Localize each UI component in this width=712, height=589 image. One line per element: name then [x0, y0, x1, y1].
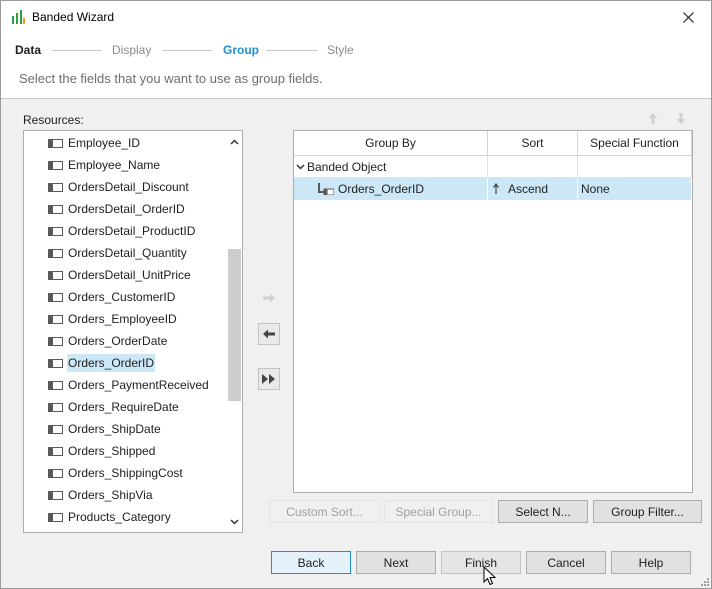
special-function-cell[interactable]	[578, 156, 692, 178]
arrow-right-icon	[263, 293, 275, 303]
table-row[interactable]: Banded Object	[294, 156, 692, 178]
list-item[interactable]: Products_Category	[48, 507, 172, 527]
list-item[interactable]: OrdersDetail_UnitPrice	[48, 265, 192, 285]
group-by-text: Banded Object	[307, 159, 387, 174]
field-icon	[48, 314, 63, 324]
custom-sort-button[interactable]: Custom Sort...	[269, 500, 380, 523]
chevron-up-icon	[230, 138, 239, 145]
list-item-selected[interactable]: Orders_OrderID	[48, 353, 156, 373]
list-item[interactable]: Orders_ShipDate	[48, 419, 162, 439]
help-button[interactable]: Help	[611, 551, 691, 574]
field-icon	[48, 490, 63, 500]
arrow-up-icon	[648, 112, 658, 124]
list-item[interactable]: Orders_CustomerID	[48, 287, 176, 307]
mouse-cursor-icon	[483, 566, 497, 586]
close-button[interactable]	[665, 1, 711, 33]
group-by-table[interactable]: Group By Sort Special Function Banded Ob…	[293, 130, 693, 493]
scrollbar-thumb[interactable]	[228, 249, 241, 401]
step-divider	[266, 50, 318, 51]
field-icon	[48, 358, 63, 368]
list-item[interactable]: Orders_OrderDate	[48, 331, 168, 351]
field-icon	[48, 336, 63, 346]
special-function-cell[interactable]: None	[578, 178, 692, 200]
instruction-text: Select the fields that you want to use a…	[19, 71, 323, 86]
wizard-window: Banded Wizard Data Display Group Style S…	[0, 0, 712, 589]
sort-cell[interactable]	[488, 156, 578, 178]
remove-field-button[interactable]	[258, 323, 280, 345]
select-n-button[interactable]: Select N...	[498, 500, 588, 523]
finish-button[interactable]: Finish	[441, 551, 521, 574]
group-filter-button[interactable]: Group Filter...	[593, 500, 702, 523]
list-item[interactable]: OrdersDetail_Discount	[48, 177, 190, 197]
chevron-down-icon	[296, 163, 305, 170]
field-icon	[48, 512, 63, 522]
field-icon	[48, 248, 63, 258]
resources-label: Resources:	[23, 113, 84, 127]
column-header-special-function[interactable]: Special Function	[578, 131, 692, 156]
step-divider	[52, 50, 102, 51]
list-item[interactable]: Orders_ShippingCost	[48, 463, 184, 483]
list-item[interactable]: Orders_EmployeeID	[48, 309, 178, 329]
field-icon	[48, 468, 63, 478]
group-field-icon	[318, 182, 334, 195]
field-icon	[48, 160, 63, 170]
field-icon	[48, 402, 63, 412]
arrow-left-icon	[263, 329, 275, 339]
step-data[interactable]: Data	[15, 43, 41, 57]
close-icon	[682, 11, 694, 23]
list-item[interactable]: Orders_Shipped	[48, 441, 156, 461]
chevron-down-icon	[230, 518, 239, 525]
list-item[interactable]: Employee_Name	[48, 155, 161, 175]
column-header-group-by[interactable]: Group By	[294, 131, 488, 156]
list-item[interactable]: Orders_ShipVia	[48, 485, 154, 505]
app-logo-icon	[12, 10, 25, 24]
list-item[interactable]: OrdersDetail_ProductID	[48, 221, 196, 241]
add-field-button[interactable]	[258, 287, 280, 309]
column-header-sort[interactable]: Sort	[488, 131, 578, 156]
move-down-button[interactable]	[672, 109, 690, 127]
vertical-scrollbar[interactable]	[226, 131, 242, 532]
resources-list[interactable]: Employee_ID Employee_Name OrdersDetail_D…	[23, 130, 243, 533]
cancel-button[interactable]: Cancel	[526, 551, 606, 574]
sort-cell[interactable]: Ascend	[488, 178, 578, 200]
field-icon	[48, 446, 63, 456]
title-bar: Banded Wizard	[1, 1, 711, 33]
next-button[interactable]: Next	[356, 551, 436, 574]
sort-ascend-icon	[493, 182, 499, 194]
window-title: Banded Wizard	[32, 10, 115, 24]
group-by-cell: Orders_OrderID	[294, 178, 488, 200]
field-icon	[48, 380, 63, 390]
field-icon	[48, 270, 63, 280]
resize-grip-icon[interactable]	[699, 576, 709, 586]
special-group-button[interactable]: Special Group...	[384, 500, 493, 523]
scroll-up-button[interactable]	[226, 133, 242, 150]
list-item[interactable]: OrdersDetail_Quantity	[48, 243, 188, 263]
group-by-cell: Banded Object	[294, 156, 488, 178]
remove-all-button[interactable]	[258, 368, 280, 390]
move-up-button[interactable]	[644, 109, 662, 127]
list-item[interactable]: Orders_RequireDate	[48, 397, 180, 417]
double-arrow-right-icon	[262, 374, 275, 384]
step-style[interactable]: Style	[327, 43, 354, 57]
list-item[interactable]: Orders_PaymentReceived	[48, 375, 210, 395]
arrow-down-icon	[676, 112, 686, 124]
list-item[interactable]: OrdersDetail_OrderID	[48, 199, 186, 219]
wizard-header: Data Display Group Style Select the fiel…	[1, 33, 711, 99]
step-display[interactable]: Display	[112, 43, 151, 57]
field-icon	[48, 424, 63, 434]
field-icon	[48, 138, 63, 148]
group-by-text: Orders_OrderID	[338, 181, 425, 196]
step-group[interactable]: Group	[223, 43, 259, 57]
table-row-selected[interactable]: Orders_OrderID Ascend None	[294, 178, 692, 200]
back-button[interactable]: Back	[271, 551, 351, 574]
field-icon	[48, 292, 63, 302]
field-icon	[48, 204, 63, 214]
list-item[interactable]: Employee_ID	[48, 133, 141, 153]
field-icon	[48, 182, 63, 192]
scroll-down-button[interactable]	[226, 513, 242, 530]
field-icon	[48, 226, 63, 236]
step-divider	[162, 50, 212, 51]
